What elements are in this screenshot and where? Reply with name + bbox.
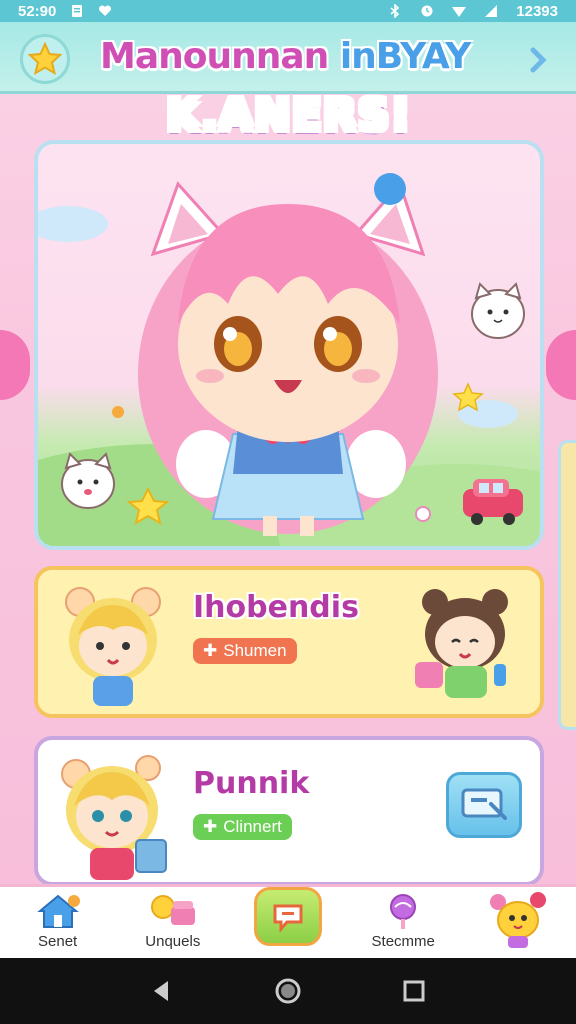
nav-label: Senet [38, 933, 78, 950]
nav-item-center[interactable] [230, 887, 345, 958]
back-icon[interactable] [150, 979, 174, 1003]
category-tag[interactable]: ✚ Shumen [193, 638, 297, 664]
bear-kid-avatar [415, 589, 508, 698]
category-tag[interactable]: ✚ Clinnert [193, 814, 292, 840]
status-bar: 52:90 12393 [0, 0, 576, 22]
recents-icon[interactable] [402, 979, 426, 1003]
home-icon [36, 894, 80, 928]
lollipop-icon [390, 894, 417, 929]
nav-item-unquels[interactable]: Unquels [115, 887, 230, 958]
white-cat-right [471, 282, 525, 339]
blonde-kid-avatar [61, 755, 167, 880]
wifi-icon [452, 7, 467, 17]
nav-item-profile[interactable] [461, 887, 576, 958]
blonde-girl-avatar [65, 587, 161, 706]
status-time: 52:90 [18, 2, 57, 20]
list-item[interactable]: Punnik ✚ Clinnert [34, 736, 544, 886]
signal-icon [485, 5, 498, 17]
page-subtitle: K.ANERS! [166, 90, 426, 141]
nav-label: Unquels [145, 933, 201, 950]
bottom-navigation: Senet Unquels Stecmme [0, 884, 576, 958]
system-navigation-bar [0, 958, 576, 1024]
white-cat-left [61, 452, 115, 509]
battery-text: 12393 [516, 2, 558, 20]
right-side-tab[interactable] [546, 330, 576, 400]
card-title: Ihobendis [193, 590, 359, 625]
app-header: Manounnan inBYAY [0, 22, 576, 94]
notification-doc-icon [72, 5, 83, 17]
favorites-button[interactable] [20, 34, 70, 84]
plus-icon: ✚ [203, 641, 218, 660]
tag-label: Clinnert [223, 817, 282, 836]
nav-item-senet[interactable]: Senet [0, 887, 115, 958]
home-circle-icon[interactable] [274, 977, 302, 1005]
scroll-indicator[interactable] [558, 440, 576, 730]
hero-character-card[interactable] [34, 140, 544, 550]
treats-icon [150, 895, 195, 925]
app-title: Manounnan inBYAY [100, 36, 490, 77]
open-item-button[interactable] [446, 772, 522, 838]
nav-label: Stecmme [371, 933, 435, 950]
alarm-icon [421, 5, 433, 17]
app-title-part2: inBYAY [339, 36, 472, 77]
chat-bubble-icon [273, 904, 303, 932]
nav-item-stecmme[interactable]: Stecmme [346, 887, 461, 958]
chevron-right-icon[interactable] [524, 46, 552, 74]
card-title: Punnik [193, 766, 310, 801]
left-side-tab[interactable] [0, 330, 30, 400]
hero-illustration [38, 173, 540, 546]
heart-icon [99, 5, 112, 16]
app-title-part1: Manounnan [100, 36, 340, 77]
screen-tap-icon [461, 788, 507, 820]
mascot-icon [490, 892, 547, 948]
bluetooth-icon [390, 4, 400, 18]
center-action-button[interactable] [254, 887, 322, 946]
list-item[interactable]: Ihobendis ✚ Shumen [34, 566, 544, 718]
plus-icon: ✚ [203, 817, 218, 836]
tag-label: Shumen [223, 641, 287, 660]
star-icon [28, 42, 62, 76]
